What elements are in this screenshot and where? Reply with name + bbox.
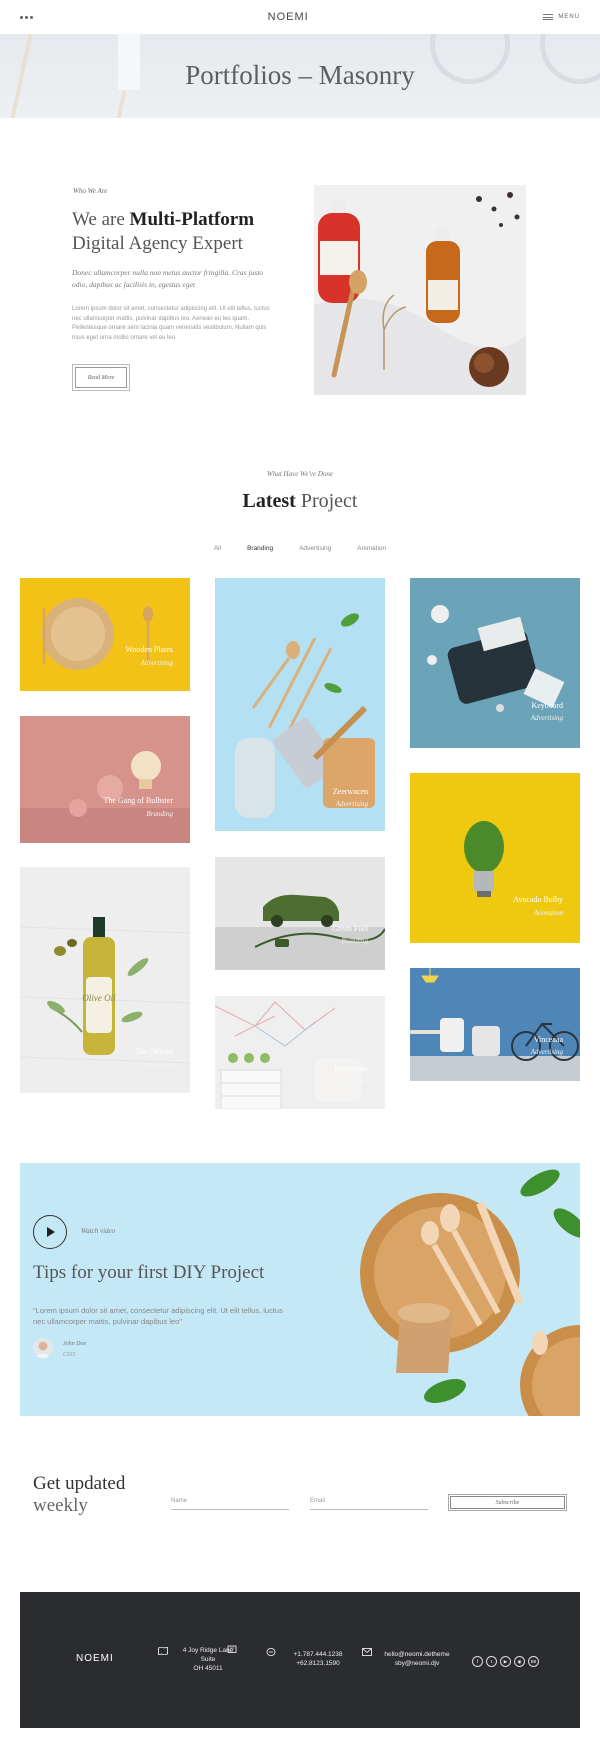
play-video-button[interactable]	[33, 1215, 67, 1249]
video-quote: "Lorem ipsum dolor sit amet, consectetur…	[33, 1306, 283, 1326]
portfolio-item-avocado-bulby[interactable]: Avocado Bulby Animation	[410, 773, 580, 943]
social-links: f t ▶ ◉ Bē	[472, 1656, 539, 1667]
dribbble-icon[interactable]: ◉	[514, 1656, 525, 1667]
portfolio-filters: All Branding Advertising Animation	[0, 545, 600, 552]
newsletter-heading: Get updated weekly	[33, 1473, 125, 1517]
item-category: Advertising	[530, 1048, 563, 1056]
read-more-label: Read More	[75, 367, 127, 388]
map-icon	[158, 1647, 168, 1655]
hero-banner: Portfolios – Masonry	[0, 34, 600, 118]
address-line2: Suite	[200, 1656, 216, 1663]
about-heading-bold: Multi-Platform	[129, 209, 255, 230]
page-title: Portfolios – Masonry	[185, 60, 415, 90]
dots-menu-icon[interactable]	[20, 15, 33, 19]
video-heading: Tips for your first DIY Project	[33, 1262, 265, 1283]
item-title: Vinceaaa	[533, 1035, 563, 1044]
diy-tools-image	[20, 1163, 580, 1416]
site-logo[interactable]: NOEMI	[268, 11, 309, 23]
author-name: John Doe	[63, 1341, 87, 1347]
portfolio-item-bulbster[interactable]: The Gang of Bulbster Branding	[20, 716, 190, 843]
about-label: Who We Are	[73, 187, 108, 195]
watch-video-link[interactable]: Watch video	[81, 1227, 115, 1235]
phone-icon	[266, 1648, 276, 1656]
author-role: CEO	[63, 1352, 75, 1358]
top-navbar: NOEMI MENU	[0, 0, 600, 34]
mail-icon	[362, 1648, 372, 1656]
page: NOEMI MENU Portfolios – Masonry Who We A…	[0, 0, 600, 1741]
email-2[interactable]: sby@neomi.djv	[374, 1659, 460, 1668]
item-title: Avocado Bulby	[513, 895, 563, 904]
behance-icon[interactable]: Bē	[528, 1656, 539, 1667]
portfolio-item-innerroom[interactable]: Innerroom Animation	[215, 996, 385, 1109]
portfolio-item-oilivee[interactable]: Olive Oil The Oilivee Advertising	[20, 867, 190, 1093]
item-title: Green Fuel	[332, 924, 368, 933]
item-category: Animation	[533, 909, 563, 917]
address-line3: OH 45011	[193, 1665, 223, 1672]
item-title: Innerroom	[334, 1064, 368, 1073]
filter-branding[interactable]: Branding	[247, 545, 273, 552]
item-category: Animation	[338, 1077, 368, 1085]
twitter-icon[interactable]: t	[486, 1656, 497, 1667]
footer: NOEMI 4 Joy Ridge Lane Suite OH 45011 +1…	[20, 1592, 580, 1728]
filter-advertising[interactable]: Advertising	[299, 545, 331, 552]
item-title: Zeerwacen	[332, 787, 368, 796]
item-title: The Gang of Bulbster	[103, 796, 173, 805]
subscribe-button[interactable]: Subscribe	[448, 1494, 567, 1511]
building-icon	[227, 1645, 237, 1653]
item-title: The Oilivee	[135, 1047, 173, 1056]
portfolio-item-zeerwacen[interactable]: Zeerwacen Advertising	[215, 578, 385, 831]
portfolio-item-wooden-plates[interactable]: Wooden Plates Advertising	[20, 578, 190, 691]
portfolio-label: What Have We've Done	[267, 470, 333, 478]
portfolio-item-keyboard[interactable]: Keyboard Advertising	[410, 578, 580, 748]
footer-emails: hello@neomi.detheme sby@neomi.djv	[374, 1650, 460, 1668]
portfolio-heading-bold: Latest	[242, 490, 296, 512]
facebook-icon[interactable]: f	[472, 1656, 483, 1667]
filter-all[interactable]: All	[214, 545, 221, 552]
about-heading-pre: We are	[72, 209, 130, 230]
bottle-label-text: Olive Oil	[82, 993, 116, 1003]
item-category: Branding	[146, 810, 173, 818]
about-italic-text: Donec ullamcorper nulla non metus auctor…	[72, 268, 264, 289]
email-field[interactable]: Email	[310, 1498, 428, 1510]
item-category: Advertising	[140, 1061, 173, 1069]
item-title: Keyboard	[531, 701, 563, 710]
about-heading-line2: Digital Agency Expert	[72, 233, 243, 254]
subscribe-label: Subscribe	[450, 1496, 565, 1509]
portfolio-heading-rest: Project	[295, 490, 358, 512]
portfolio-item-green-fuel[interactable]: Green Fuel Branding	[215, 857, 385, 970]
menu-button[interactable]: MENU	[543, 14, 580, 20]
bottles-image	[314, 185, 526, 395]
newsletter-heading-line1: Get updated	[33, 1473, 126, 1494]
about-heading: We are Multi-Platform Digital Agency Exp…	[72, 208, 312, 256]
newsletter-heading-line2: weekly	[33, 1495, 88, 1516]
youtube-icon[interactable]: ▶	[500, 1656, 511, 1667]
video-promo-section: Watch video Tips for your first DIY Proj…	[20, 1163, 580, 1416]
read-more-button[interactable]: Read More	[72, 364, 130, 391]
about-body-text: Lorem ipsum dolor sit amet, consectetur …	[72, 306, 270, 341]
email-1[interactable]: hello@neomi.detheme	[374, 1650, 460, 1659]
hamburger-icon	[543, 14, 554, 20]
menu-label: MENU	[558, 14, 580, 20]
item-category: Advertising	[140, 659, 173, 667]
footer-logo[interactable]: NOEMI	[76, 1653, 114, 1664]
play-icon	[47, 1227, 55, 1237]
portfolio-heading: Latest Project	[0, 490, 600, 513]
item-title: Wooden Plates	[125, 645, 173, 654]
phone-2[interactable]: +62.8123.1590	[278, 1659, 358, 1668]
item-category: Branding	[341, 937, 368, 945]
phone-1[interactable]: +1.787.444.1238	[278, 1650, 358, 1659]
footer-phones: +1.787.444.1238 +62.8123.1590	[278, 1650, 358, 1668]
item-category: Advertising	[530, 714, 563, 722]
avatar	[33, 1338, 53, 1358]
filter-animation[interactable]: Animation	[357, 545, 386, 552]
item-category: Advertising	[335, 800, 368, 808]
name-field[interactable]: Name	[171, 1498, 289, 1510]
portfolio-item-vinceaaa[interactable]: Vinceaaa Advertising	[410, 968, 580, 1081]
